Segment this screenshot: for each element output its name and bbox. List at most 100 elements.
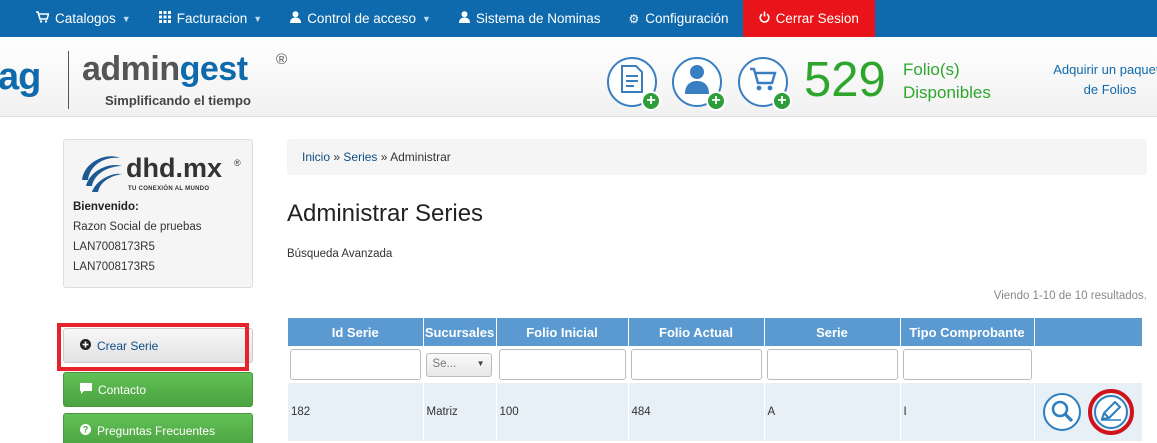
filter-cell xyxy=(764,346,901,383)
results-summary: Viendo 1-10 de 10 resultados. xyxy=(993,290,1147,302)
nav-configuracion[interactable]: ⚙ Configuración xyxy=(614,0,742,37)
gear-icon: ⚙ xyxy=(628,11,640,26)
app-logo[interactable]: admingest xyxy=(82,50,248,89)
nav-label: Catalogos xyxy=(55,11,116,26)
filter-folio-inicial-input[interactable] xyxy=(498,349,626,380)
nav-facturacion[interactable]: Facturacion ▼ xyxy=(145,0,276,37)
logout-button[interactable]: Cerrar Sesion xyxy=(742,0,875,37)
cell-tipo: I xyxy=(900,383,1035,441)
filter-cell xyxy=(288,346,424,383)
user-icon xyxy=(290,11,302,26)
logo-word-gest: gest xyxy=(179,50,248,88)
filter-cell xyxy=(628,346,765,383)
rfc-line-1: LAN7008173R5 xyxy=(73,241,155,253)
col-folio-inicial[interactable]: Folio Inicial xyxy=(496,318,629,346)
company-name: Razon Social de pruebas xyxy=(73,221,202,233)
cell-serie: A xyxy=(764,383,901,441)
nav-label: Configuración xyxy=(645,11,729,26)
logout-label: Cerrar Sesion xyxy=(775,11,859,26)
profile-panel: dhd.mx ® TU CONEXIÓN AL MUNDO Bienvenido… xyxy=(63,139,253,288)
swirl-logo-icon xyxy=(82,156,122,192)
col-serie[interactable]: Serie xyxy=(764,318,901,346)
logo-tagline: Simplificando el tiempo xyxy=(105,93,251,108)
filter-id-serie-input[interactable] xyxy=(290,349,421,380)
document-icon xyxy=(620,64,644,100)
app-header: ag admingest ® Simplificando el tiempo +… xyxy=(0,37,1157,117)
contact-label: Contacto xyxy=(98,382,147,397)
user-icon xyxy=(458,11,470,26)
comment-icon xyxy=(80,382,92,397)
acquire-line-2: de Folios xyxy=(1083,82,1137,97)
plus-icon: + xyxy=(641,91,661,111)
faq-label: Preguntas Frecuentes xyxy=(97,423,216,438)
nav-catalogos[interactable]: Catalogos ▼ xyxy=(0,0,145,37)
contact-button[interactable]: Contacto xyxy=(63,372,253,407)
page-title: Administrar Series xyxy=(287,200,484,227)
power-icon xyxy=(759,11,770,26)
col-actions xyxy=(1034,318,1143,346)
cell-sucursal: Matriz xyxy=(423,383,497,441)
svg-text:?: ? xyxy=(83,424,89,434)
filter-row: Se... ▼ xyxy=(288,346,1143,383)
advanced-search-link[interactable]: Búsqueda Avanzada xyxy=(287,248,392,260)
edit-button[interactable] xyxy=(1093,395,1128,429)
col-sucursales[interactable]: Sucursales xyxy=(423,318,497,346)
rfc-line-2: LAN7008173R5 xyxy=(73,261,155,273)
cell-actions xyxy=(1034,383,1143,441)
folios-label-line-1: Folio(s) xyxy=(903,60,960,79)
top-navbar: Catalogos ▼ Facturacion ▼ Control de acc… xyxy=(0,0,1157,37)
filter-serie-input[interactable] xyxy=(766,349,898,380)
faq-button[interactable]: ? Preguntas Frecuentes xyxy=(63,413,253,443)
logo-word-admin: admin xyxy=(82,50,180,88)
plus-icon: + xyxy=(772,91,792,111)
folios-count: 529 xyxy=(804,53,886,107)
select-arrow-icon: ▼ xyxy=(476,358,485,368)
table-row: 182 Matriz 100 484 A I xyxy=(288,383,1143,441)
new-invoice-button[interactable]: + xyxy=(607,57,661,111)
series-table: Id Serie Sucursales Folio Inicial Folio … xyxy=(288,318,1143,441)
logo-divider xyxy=(68,51,69,109)
company-logo: dhd.mx ® TU CONEXIÓN AL MUNDO xyxy=(76,150,246,198)
nav-label: Facturacion xyxy=(176,11,248,26)
breadcrumb-separator: » xyxy=(333,150,341,164)
breadcrumb-series[interactable]: Series xyxy=(343,150,377,164)
filter-folio-actual-input[interactable] xyxy=(630,349,762,380)
welcome-label: Bienvenido: xyxy=(73,201,139,213)
caret-down-icon: ▼ xyxy=(253,13,263,24)
breadcrumb-current: Administrar xyxy=(390,150,451,164)
cart-icon xyxy=(749,66,777,99)
filter-sucursal-select[interactable]: Se... ▼ xyxy=(425,352,492,377)
nav-nominas[interactable]: Sistema de Nominas xyxy=(445,0,615,37)
cell-id-serie: 182 xyxy=(288,383,424,441)
cart-icon xyxy=(36,11,50,26)
acquire-line-1: Adquirir un paquete xyxy=(1053,62,1157,77)
nav-label: Sistema de Nominas xyxy=(475,11,601,26)
filter-tipo-input[interactable] xyxy=(902,349,1032,380)
col-folio-actual[interactable]: Folio Actual xyxy=(628,318,765,346)
breadcrumb-home[interactable]: Inicio xyxy=(302,150,330,164)
folios-label-line-2: Disponibles xyxy=(903,83,991,102)
registered-mark: ® xyxy=(276,51,288,68)
magnifier-icon xyxy=(1050,399,1074,426)
grid-icon xyxy=(158,11,171,26)
col-id-serie[interactable]: Id Serie xyxy=(288,318,424,346)
plus-icon: + xyxy=(706,91,726,111)
nav-control-acceso[interactable]: Control de acceso ▼ xyxy=(276,0,445,37)
question-circle-icon: ? xyxy=(80,423,91,438)
brand-registered: ® xyxy=(234,158,241,168)
table-header-row: Id Serie Sucursales Folio Inicial Folio … xyxy=(288,318,1143,346)
nav-label: Control de acceso xyxy=(307,11,416,26)
breadcrumb: Inicio » Series » Administrar xyxy=(287,139,1147,175)
filter-cell: Se... ▼ xyxy=(423,346,497,383)
filter-cell xyxy=(496,346,629,383)
col-tipo-comprobante[interactable]: Tipo Comprobante xyxy=(900,318,1035,346)
edit-highlight-ring xyxy=(1087,389,1134,435)
filter-cell xyxy=(900,346,1035,383)
acquire-folios-link[interactable]: Adquirir un paquete de Folios xyxy=(1040,60,1157,100)
filter-cell-empty xyxy=(1034,346,1143,383)
filter-sucursal-value: Se... xyxy=(432,357,457,370)
new-employee-button[interactable]: + xyxy=(672,57,726,111)
view-button[interactable] xyxy=(1042,393,1081,431)
breadcrumb-separator: » xyxy=(380,150,388,164)
buy-folios-button[interactable]: + xyxy=(738,57,792,111)
